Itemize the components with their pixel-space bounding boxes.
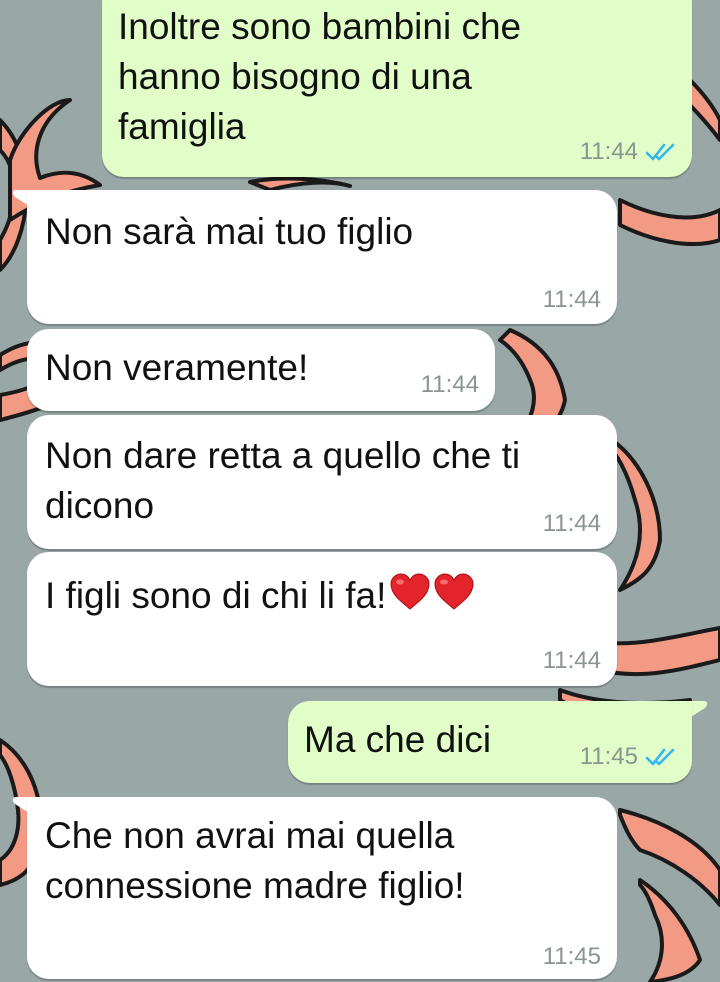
message-meta: 11:45 xyxy=(580,743,678,771)
chat-conversation: Inoltre sono bambini che hanno bisogno d… xyxy=(0,0,720,982)
message-text: Inoltre sono bambini che hanno bisogno d… xyxy=(118,6,522,147)
double-check-read-icon xyxy=(645,748,675,766)
emoji-group xyxy=(388,570,476,627)
message-bubble-incoming[interactable]: I figli sono di chi li fa! 11:44 xyxy=(27,552,617,686)
message-meta: 11:44 xyxy=(543,647,601,675)
message-meta: 11:45 xyxy=(543,943,601,971)
message-text: Non sarà mai tuo figlio xyxy=(45,211,414,252)
message-time: 11:44 xyxy=(420,371,479,398)
message-text: Non veramente! xyxy=(45,347,309,388)
message-meta: 11:44 xyxy=(543,510,601,538)
message-time: 11:44 xyxy=(542,286,601,313)
message-bubble-incoming[interactable]: Non dare retta a quello che ti dicono 11… xyxy=(27,415,617,549)
message-time: 11:44 xyxy=(579,138,638,165)
message-meta: 11:44 xyxy=(421,371,479,399)
red-heart-icon xyxy=(390,573,430,610)
message-bubble-incoming[interactable]: Non veramente! 11:44 xyxy=(27,329,495,411)
double-check-read-icon xyxy=(645,143,675,161)
red-heart-icon xyxy=(434,573,474,610)
message-time: 11:45 xyxy=(542,943,601,970)
message-meta: 11:44 xyxy=(543,286,601,314)
message-text: Che non avrai mai quella connessione mad… xyxy=(45,815,465,906)
message-text: Ma che dici xyxy=(304,719,492,760)
message-bubble-incoming[interactable]: Che non avrai mai quella connessione mad… xyxy=(27,797,617,979)
message-meta: 11:44 xyxy=(580,138,678,166)
message-bubble-incoming[interactable]: Non sarà mai tuo figlio 11:44 xyxy=(27,190,617,324)
message-time: 11:45 xyxy=(579,743,638,770)
message-time: 11:44 xyxy=(542,647,601,674)
message-bubble-outgoing[interactable]: Ma che dici 11:45 xyxy=(288,701,692,783)
message-text: Non dare retta a quello che ti dicono xyxy=(45,435,521,526)
message-bubble-outgoing[interactable]: Inoltre sono bambini che hanno bisogno d… xyxy=(102,0,692,177)
message-time: 11:44 xyxy=(542,510,601,537)
message-text: I figli sono di chi li fa! xyxy=(45,570,476,627)
